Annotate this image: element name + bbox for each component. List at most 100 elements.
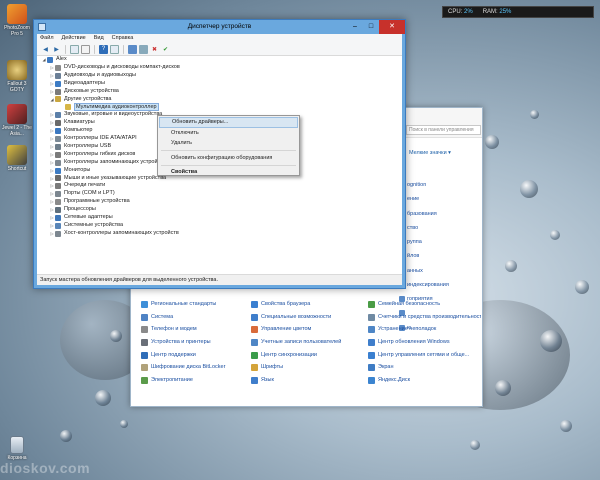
control-panel-item[interactable]: Устройства и принтеры — [141, 336, 251, 349]
control-panel-item[interactable]: бразования — [399, 207, 479, 221]
forward-icon[interactable]: ▶ — [52, 45, 61, 54]
control-panel-item-icon — [368, 313, 375, 321]
scan-hardware-icon[interactable] — [139, 44, 148, 54]
control-panel-item-label: Язык — [261, 377, 274, 384]
control-panel-item[interactable]: Язык — [251, 374, 368, 387]
tree-node[interactable]: ▷ Видеоадаптеры — [49, 80, 105, 88]
tree-node-label: Контроллеры IDE ATA/ATAPI — [64, 135, 137, 141]
jewel-icon — [7, 104, 27, 124]
control-panel-item[interactable]: Яндекс.Диск — [368, 374, 481, 387]
tree-node[interactable]: ▷ Сетевые адаптеры — [49, 214, 113, 222]
menu-item-uninstall[interactable]: Удалить — [159, 138, 298, 149]
minimize-button[interactable]: – — [347, 20, 363, 34]
menu-item-properties[interactable]: Свойства — [159, 167, 298, 178]
control-panel-item[interactable]: анных — [399, 264, 479, 278]
device-category-icon — [55, 143, 61, 150]
control-panel-item-label: Учетные записи пользователей — [261, 339, 342, 346]
view-mode-dropdown[interactable]: Мелкие значки ▾ — [409, 150, 451, 156]
menu-action[interactable]: Действие — [62, 34, 86, 43]
tree-node[interactable]: ▷ Аудиовходы и аудиовыходы — [49, 72, 136, 80]
control-panel-item[interactable]: Шрифты — [251, 361, 368, 374]
control-panel-item[interactable]: Телефон и модем — [141, 323, 251, 336]
menu-view[interactable]: Вид — [94, 34, 104, 43]
tree-node[interactable]: ▷ Мыши и иные указывающие устройства — [49, 175, 166, 183]
control-panel-item-label: Центр синхронизации — [261, 351, 317, 358]
desktop-icon-shortcut[interactable]: Shortcut — [2, 145, 32, 172]
control-panel-item[interactable]: Счетчики и средства производительности — [368, 311, 481, 324]
tree-node[interactable]: ▷ DVD-дисководы и дисководы компакт-диско… — [49, 64, 180, 72]
control-panel-item[interactable]: индексирования — [399, 278, 479, 292]
tree-node[interactable]: ▷ Системные устройства — [49, 222, 123, 230]
tree-node[interactable]: ▷ Контроллеры гибких дисков — [49, 151, 135, 159]
help-icon[interactable]: ? — [99, 44, 108, 54]
control-panel-search-input[interactable]: Поиск в панели управления — [406, 125, 481, 135]
device-category-icon — [55, 199, 61, 206]
device-category-icon — [55, 112, 61, 119]
tree-node[interactable]: ▷ Звуковые, игровые и видеоустройства — [49, 111, 162, 119]
tree-root[interactable]: ◢ Alex — [41, 56, 67, 64]
control-panel-item[interactable]: Центр управления сетями и обще... — [368, 349, 481, 362]
photozoom-icon — [7, 4, 27, 24]
maximize-button[interactable]: □ — [363, 20, 379, 34]
control-panel-item[interactable]: ognition — [399, 178, 479, 192]
shortcut-icon — [7, 145, 27, 165]
control-panel-item[interactable]: Электропитание — [141, 374, 251, 387]
control-panel-item[interactable]: Экран — [368, 361, 481, 374]
menu-item-scan-hardware[interactable]: Обновить конфигурацию оборудования — [159, 153, 298, 164]
properties-icon[interactable] — [81, 44, 90, 54]
desktop-icon-photozoom[interactable]: PhotoZoom Pro 5 — [2, 4, 32, 37]
tree-node[interactable]: ▷ Программные устройства — [49, 198, 130, 206]
control-panel-item[interactable]: Центр синхронизации — [251, 349, 368, 362]
tree-node[interactable]: ▷ Клавиатуры — [49, 119, 95, 127]
recycle-bin-icon — [10, 436, 24, 454]
control-panel-item[interactable]: Учетные записи пользователей — [251, 336, 368, 349]
tree-node[interactable]: ▷ Компьютер — [49, 127, 92, 135]
control-panel-item[interactable]: Центр поддержки — [141, 349, 251, 362]
control-panel-item[interactable]: Управление цветом — [251, 323, 368, 336]
control-panel-item[interactable]: ение — [399, 192, 479, 206]
control-panel-item-icon — [251, 313, 258, 321]
tree-node[interactable]: ▷ Контроллеры IDE ATA/ATAPI — [49, 135, 137, 143]
uninstall-device-icon[interactable]: ✔ — [161, 45, 170, 54]
disable-device-icon[interactable]: ✖ — [150, 45, 159, 54]
tree-node[interactable]: ◢ Другие устройства — [49, 96, 111, 104]
device-category-icon — [55, 64, 61, 71]
device-category-icon — [55, 183, 61, 190]
tree-node[interactable]: ▷ Хост-контроллеры запоминающих устройств — [49, 230, 179, 238]
desktop-icon-recycle-bin[interactable]: Корзина — [2, 436, 32, 461]
control-panel-item[interactable]: ство — [399, 221, 479, 235]
menu-file[interactable]: Файл — [40, 34, 54, 43]
control-panel-item[interactable]: Устранение неполадок — [368, 323, 481, 336]
tree-view-icon[interactable] — [70, 44, 79, 54]
desktop-icon-fallout[interactable]: Fallout 3 GOTY — [2, 60, 32, 93]
menu-item-disable[interactable]: Отключить — [159, 128, 298, 139]
tree-node[interactable]: ▷ Мониторы — [49, 167, 90, 175]
control-panel-item[interactable]: Система — [141, 311, 251, 324]
tree-node[interactable]: ▷ Дисковые устройства — [49, 88, 119, 96]
control-panel-item[interactable]: Свойства браузера — [251, 298, 368, 311]
menu-help[interactable]: Справка — [112, 34, 134, 43]
control-panel-item-label: Шрифты — [261, 364, 284, 371]
close-button[interactable]: ✕ — [379, 20, 405, 34]
show-hidden-icon[interactable] — [110, 44, 119, 54]
tree-node[interactable]: ▷ Контроллеры USB — [49, 143, 111, 151]
back-icon[interactable]: ◀ — [41, 45, 50, 54]
control-panel-item-icon — [251, 364, 258, 372]
tree-node[interactable]: ▷ Контроллеры запоминающих устройств — [49, 159, 166, 167]
control-panel-item[interactable]: Специальные возможности — [251, 311, 368, 324]
update-driver-icon[interactable] — [128, 44, 137, 54]
control-panel-item[interactable]: Региональные стандарты — [141, 298, 251, 311]
tree-node[interactable]: ▷ Процессоры — [49, 206, 96, 214]
desktop-icon-jewel[interactable]: Jewel 2 - The Asia... — [2, 104, 32, 137]
control-panel-item[interactable]: Центр обновления Windows — [368, 336, 481, 349]
control-panel-item[interactable]: руппа — [399, 235, 479, 249]
control-panel-item-label: бразования — [407, 210, 437, 217]
control-panel-item-label: Свойства браузера — [261, 301, 311, 307]
tree-node[interactable]: ▷ Порты (COM и LPT) — [49, 190, 115, 198]
control-panel-item[interactable]: Семейная безопасность — [368, 298, 481, 311]
menu-item-update-driver[interactable]: Обновить драйверы... — [159, 117, 298, 128]
tree-node[interactable]: ▷ Очереди печати — [49, 182, 105, 190]
control-panel-item[interactable]: йлов — [399, 249, 479, 263]
control-panel-item[interactable]: Шифрование диска BitLocker — [141, 361, 251, 374]
control-panel-item-label: индексирования — [407, 282, 449, 289]
